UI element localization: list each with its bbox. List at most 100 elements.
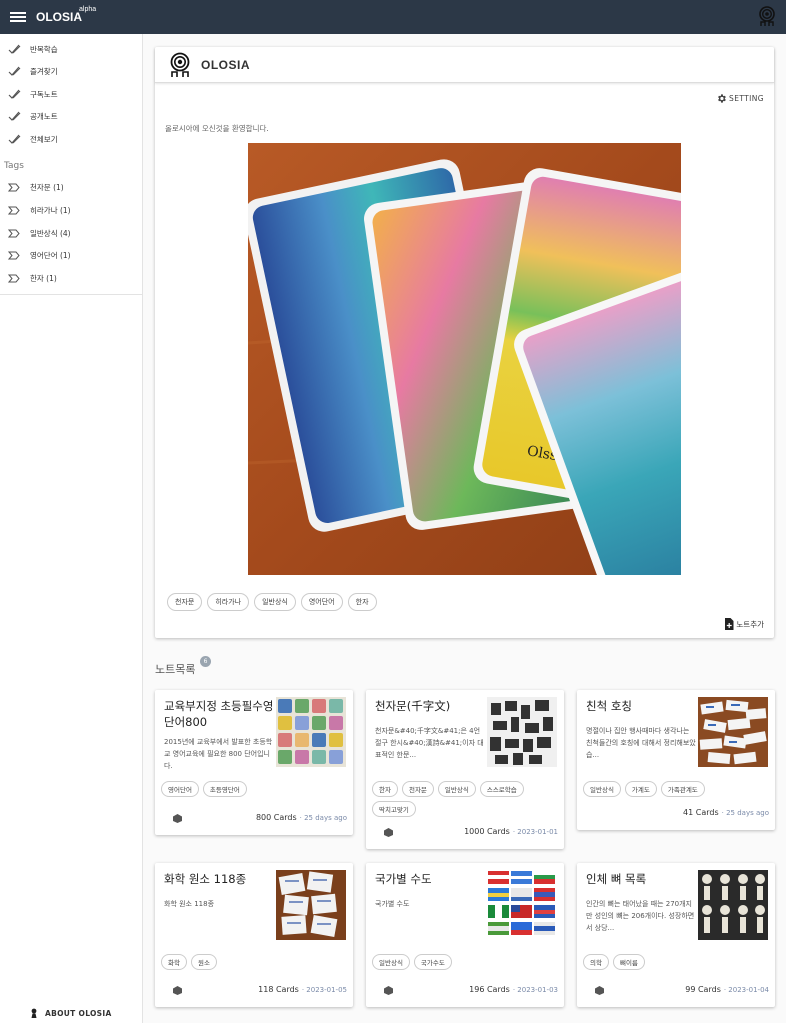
about-link[interactable]: ABOUT OLOSIA	[30, 1008, 112, 1018]
note-title: 인체 뼈 목록	[586, 872, 647, 886]
tag-chip[interactable]: 천자문	[401, 781, 434, 797]
note-stats: 1000 Cards · 2023-01-01	[464, 827, 558, 836]
tag-chip[interactable]: 의학	[583, 954, 609, 970]
tag-chip[interactable]: 가족관계도	[660, 781, 705, 797]
tag-chip[interactable]: 한자	[372, 781, 398, 797]
note-tag-list: 한자 천자문 일반상식 스스로학습 딱치고맞기	[372, 781, 562, 817]
note-stats: 196 Cards · 2023-01-03	[469, 985, 558, 994]
tag-chip[interactable]: 국가수도	[413, 954, 452, 970]
note-stats: 41 Cards · 25 days ago	[683, 808, 769, 817]
tag-chip[interactable]: 초등영단어	[202, 781, 247, 797]
hero-flashcards-image: Olssia	[248, 143, 681, 575]
card-count: 196 Cards	[469, 985, 510, 994]
sidebar-tag-item[interactable]: 히라가나 (1)	[0, 199, 142, 222]
add-note-button[interactable]: 노트추가	[724, 618, 764, 630]
tag-chip[interactable]: 딱치고맞기	[372, 801, 416, 817]
about-label: ABOUT OLOSIA	[45, 1008, 112, 1018]
olosia-figure-icon	[31, 1008, 37, 1018]
sidebar-item-label: 즐겨찾기	[30, 67, 58, 77]
tag-chip[interactable]: 뼈이름	[612, 954, 645, 970]
welcome-message: 올로시아에 오신것을 환영합니다.	[165, 124, 269, 133]
sidebar-tag-item[interactable]: 한자 (1)	[0, 267, 142, 290]
sidebar-tag-item[interactable]: 천자문 (1)	[0, 177, 142, 200]
tag-chip[interactable]: 일반상식	[372, 954, 410, 970]
double-check-icon	[8, 89, 21, 99]
label-outline-icon	[8, 206, 20, 215]
sidebar-item-label: 공개노트	[30, 112, 58, 122]
note-footer: 118 Cards · 2023-01-05	[155, 985, 353, 997]
note-title: 교육부지정 초등필수영단어800	[164, 699, 274, 729]
double-check-icon	[8, 66, 21, 77]
menu-icon[interactable]	[10, 10, 26, 24]
note-add-icon	[725, 618, 734, 630]
sidebar-item-favorites[interactable]: 즐겨찾기	[0, 61, 142, 84]
tag-chip[interactable]: 스스로학습	[479, 781, 524, 797]
setting-button[interactable]: SETTING	[716, 93, 764, 104]
note-tag-list: 일반상식 가계도 가족관계도	[583, 781, 773, 797]
note-description: 2015년에 교육부에서 발표한 초등학교 영어교육에 필요한 800 단어입니…	[164, 738, 273, 770]
user-avatar-icon[interactable]	[758, 6, 776, 28]
tag-chip[interactable]: 가계도	[624, 781, 657, 797]
note-date: · 2023-01-04	[723, 986, 769, 994]
tag-chip[interactable]: 히라가나	[207, 593, 250, 611]
tag-chip[interactable]: 일반상식	[254, 593, 296, 611]
card-box-icon	[384, 828, 393, 837]
note-card[interactable]: 천자문(千字文) 천자문&#40;千字文&#41;은 4언절구 한시&#40;漢…	[366, 690, 564, 849]
note-card[interactable]: 친척 호칭 명절이나 집안 행사때마다 생각나는 친척들간의 호칭에 대해서 정…	[577, 690, 775, 830]
note-stats: 800 Cards · 25 days ago	[256, 813, 347, 822]
sidebar-tag-label: 영어단어 (1)	[30, 251, 71, 261]
tag-chip[interactable]: 영어단어	[161, 781, 199, 797]
tag-chip[interactable]: 한자	[347, 593, 377, 611]
olosia-logo-icon	[170, 52, 190, 77]
note-date: · 25 days ago	[721, 809, 769, 817]
gear-icon	[718, 94, 726, 103]
sidebar-item-public[interactable]: 공개노트	[0, 106, 142, 129]
note-stats: 118 Cards · 2023-01-05	[258, 985, 347, 994]
note-card[interactable]: 교육부지정 초등필수영단어800 2015년에 교육부에서 발표한 초등학교 영…	[155, 690, 353, 835]
note-description: 천자문&#40;千字文&#41;은 4언절구 한시&#40;漢詩&#41;이자 …	[375, 727, 484, 759]
tag-chip[interactable]: 화학	[161, 954, 187, 970]
note-footer: 196 Cards · 2023-01-03	[366, 985, 564, 997]
sidebar-item-label: 구독노트	[30, 89, 58, 99]
note-description: 인간의 뼈는 태어났을 때는 270개지만 성인의 뼈는 206개이다. 성장하…	[586, 900, 695, 932]
sidebar-tag-item[interactable]: 일반상식 (4)	[0, 222, 142, 245]
note-thumbnail-image	[698, 870, 768, 940]
sidebar-item-label: 전체보기	[30, 134, 58, 144]
brand-logo[interactable]: OLOSIA alpha	[36, 6, 96, 24]
tag-chip[interactable]: 천자문	[167, 593, 203, 611]
note-thumbnail-image	[487, 870, 557, 940]
sidebar-tag-item[interactable]: 영어단어 (1)	[0, 245, 142, 268]
card-box-icon	[173, 986, 182, 995]
note-thumbnail-image	[487, 697, 557, 767]
welcome-title: OLOSIA	[201, 57, 251, 72]
tag-chip[interactable]: 원소	[190, 954, 217, 970]
note-card[interactable]: 국가별 수도 국가별 수도 일반상식 국가수도 196 Cards · 2023-…	[366, 863, 564, 1007]
note-description: 명절이나 집안 행사때마다 생각나는 친척들간의 호칭에 대해서 정리해보았습.…	[586, 727, 696, 759]
note-date: · 2023-01-01	[512, 828, 558, 836]
label-outline-icon	[8, 229, 20, 238]
sidebar-item-subscribed[interactable]: 구독노트	[0, 83, 142, 106]
alpha-badge: alpha	[79, 6, 97, 13]
setting-label: SETTING	[729, 94, 764, 103]
sidebar-item-repeat-study[interactable]: 반복학습	[0, 38, 142, 61]
top-app-bar: OLOSIA alpha	[0, 0, 786, 34]
sidebar-tag-label: 천자문 (1)	[30, 183, 64, 193]
tag-chip[interactable]: 일반상식	[437, 781, 476, 797]
note-tag-list: 화학 원소	[161, 954, 351, 970]
welcome-tag-list: 천자문 히라가나 일반상식 영어단어 한자	[167, 593, 377, 611]
card-box-icon	[384, 986, 393, 995]
note-count-badge: 6	[200, 656, 211, 667]
welcome-header: OLOSIA	[155, 47, 774, 83]
add-note-label: 노트추가	[736, 619, 764, 629]
brand-name: OLOSIA	[36, 10, 83, 24]
tag-chip[interactable]: 영어단어	[300, 593, 343, 611]
sidebar-item-all[interactable]: 전체보기	[0, 128, 142, 151]
note-tag-list: 일반상식 국가수도	[372, 954, 562, 970]
note-card[interactable]: 화학 원소 118종 화학 원소 118종 화학 원소 118 Cards · 2…	[155, 863, 353, 1007]
tag-chip[interactable]: 일반상식	[583, 781, 621, 797]
note-footer: 99 Cards · 2023-01-04	[577, 985, 775, 997]
label-outline-icon	[8, 183, 20, 192]
note-card[interactable]: 인체 뼈 목록 인간의 뼈는 태어났을 때는 270개지만 성인의 뼈는 206…	[577, 863, 775, 1007]
tags-heading: Tags	[4, 160, 24, 171]
sidebar: 반복학습 즐겨찾기 구독노트 공개노트 전체보기 Tags 천자문 (1) 히라…	[0, 34, 143, 1023]
